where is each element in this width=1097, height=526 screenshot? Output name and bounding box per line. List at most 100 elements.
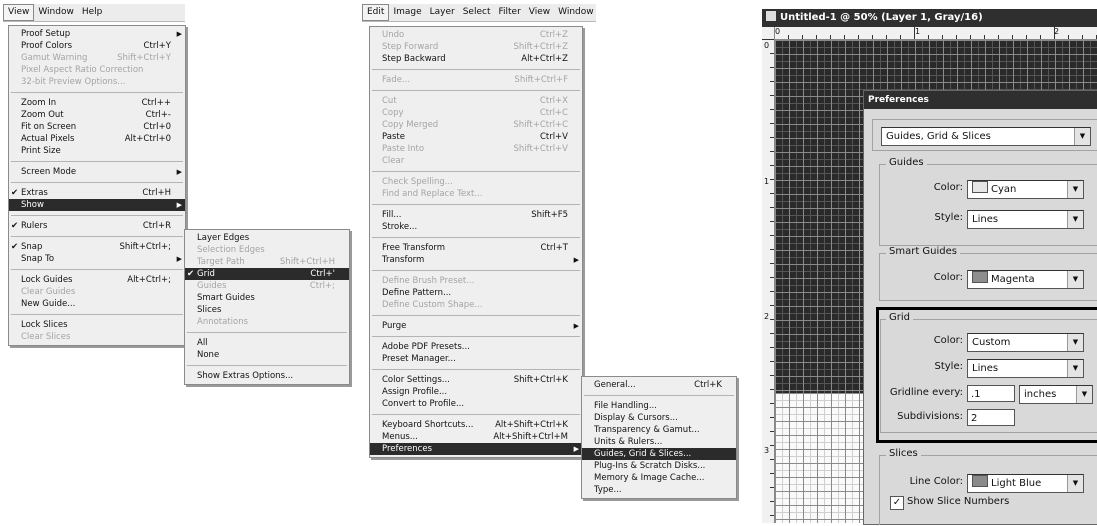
menu-item-layer-edges[interactable]: Layer Edges [185, 232, 349, 244]
menu-item-snap[interactable]: ✔ Snap Shift+Ctrl+; [9, 241, 185, 253]
submenu-arrow-icon: ▶ [573, 445, 579, 453]
menu-item-zoom-in[interactable]: Zoom In Ctrl++ [9, 97, 185, 109]
menu-item-general[interactable]: General... Ctrl+K [582, 379, 736, 391]
menu-item-clear-guides: Clear Guides [9, 286, 185, 298]
menubar-item-select[interactable]: Select [459, 4, 495, 21]
chevron-down-icon[interactable]: ▼ [1067, 360, 1083, 377]
menu-item-new-guide[interactable]: New Guide... [9, 298, 185, 310]
grid-color-select[interactable]: Custom ▼ [967, 333, 1084, 352]
menubar-item-filter[interactable]: Filter [494, 4, 524, 21]
menu-item-memory-image-cache[interactable]: Memory & Image Cache... [582, 472, 736, 484]
menu-item-print-size[interactable]: Print Size [9, 145, 185, 157]
menu-item-preferences[interactable]: Preferences ▶ [370, 443, 582, 455]
menu-item-preset-manager[interactable]: Preset Manager... [370, 353, 582, 365]
menu-item-label: Copy [382, 108, 404, 118]
checkmark-icon: ✔ [11, 242, 19, 252]
menubar-item-image[interactable]: Image [389, 4, 425, 21]
menu-item-units-rulers[interactable]: Units & Rulers... [582, 436, 736, 448]
menu-item-slices[interactable]: Slices [185, 304, 349, 316]
menubar-item-window[interactable]: Window [34, 4, 78, 21]
menubar-item-view[interactable]: View [525, 4, 554, 21]
menu-item-extras[interactable]: ✔ Extras Ctrl+H [9, 187, 185, 199]
menu-item-fit-on-screen[interactable]: Fit on Screen Ctrl+0 [9, 121, 185, 133]
menu-item-zoom-out[interactable]: Zoom Out Ctrl+- [9, 109, 185, 121]
chevron-down-icon[interactable]: ▼ [1067, 181, 1083, 198]
chevron-down-icon[interactable]: ▼ [1067, 271, 1083, 288]
menubar-item-layer[interactable]: Layer [426, 4, 459, 21]
menu-separator [372, 90, 580, 91]
menu-item-stroke[interactable]: Stroke... [370, 221, 582, 233]
smart-guides-color-select[interactable]: Magenta ▼ [967, 270, 1084, 289]
menu-item-proof-colors[interactable]: Proof Colors Ctrl+Y [9, 40, 185, 52]
menu-item-type[interactable]: Type... [582, 484, 736, 496]
subdivisions-input[interactable]: 2 [967, 409, 1015, 426]
chevron-down-icon[interactable]: ▼ [1067, 475, 1083, 492]
menu-item-adobe-pdf-presets[interactable]: Adobe PDF Presets... [370, 341, 582, 353]
show-slice-numbers-checkbox[interactable]: ✓ [890, 496, 904, 510]
menu-item-actual-pixels[interactable]: Actual Pixels Alt+Ctrl+0 [9, 133, 185, 145]
menu-item-plug-ins-scratch-disks[interactable]: Plug-Ins & Scratch Disks... [582, 460, 736, 472]
menu-item-color-settings[interactable]: Color Settings... Shift+Ctrl+K [370, 374, 582, 386]
menu-item-show[interactable]: Show ▶ [9, 199, 185, 211]
menu-item-none[interactable]: None [185, 349, 349, 361]
gridline-unit-select[interactable]: inches ▼ [1019, 385, 1093, 404]
section-select[interactable]: Guides, Grid & Slices ▼ [881, 127, 1091, 146]
menu-item-shortcut: Shift+Ctrl+K [513, 375, 568, 385]
slices-legend: Slices [886, 448, 921, 459]
gridline-every-input[interactable]: .1 [967, 385, 1015, 402]
menubar-item-edit[interactable]: Edit [362, 4, 390, 21]
slices-color-select[interactable]: Light Blue ▼ [967, 474, 1084, 493]
menu-item-label: Slices [197, 305, 222, 315]
menu-item-free-transform[interactable]: Free Transform Ctrl+T [370, 242, 582, 254]
menu-item-menus[interactable]: Menus... Alt+Shift+Ctrl+M [370, 431, 582, 443]
menu-item-transparency-gamut[interactable]: Transparency & Gamut... [582, 424, 736, 436]
menu-item-define-pattern[interactable]: Define Pattern... [370, 287, 582, 299]
menu-item-smart-guides[interactable]: Smart Guides [185, 292, 349, 304]
menu-item-paste[interactable]: Paste Ctrl+V [370, 131, 582, 143]
menu-item-purge[interactable]: Purge ▶ [370, 320, 582, 332]
menu-item-guides-grid-slices[interactable]: Guides, Grid & Slices... [582, 448, 736, 460]
menu-item-step-backward[interactable]: Step Backward Alt+Ctrl+Z [370, 53, 582, 65]
menu-item-snap-to[interactable]: Snap To ▶ [9, 253, 185, 265]
menu-separator [372, 315, 580, 316]
menu-item-lock-guides[interactable]: Lock Guides Alt+Ctrl+; [9, 274, 185, 286]
menubar: View Window Help [3, 4, 185, 22]
menu-item-lock-slices[interactable]: Lock Slices [9, 319, 185, 331]
menu-item-label: Zoom In [21, 98, 57, 108]
chevron-down-icon[interactable]: ▼ [1067, 334, 1083, 351]
menu-item-grid[interactable]: ✔ Grid Ctrl+' [185, 268, 349, 280]
menu-item-file-handling[interactable]: File Handling... [582, 400, 736, 412]
menu-item-label: Snap To [21, 254, 55, 264]
menu-separator [11, 92, 183, 93]
chevron-down-icon[interactable]: ▼ [1076, 386, 1092, 403]
menu-item-shortcut: Ctrl+T [540, 243, 568, 253]
menu-item-label: Step Forward [382, 42, 439, 52]
menu-item-label: Preset Manager... [382, 354, 456, 364]
menu-item-proof-setup[interactable]: Proof Setup ▶ [9, 28, 185, 40]
menu-item-transform[interactable]: Transform ▶ [370, 254, 582, 266]
menu-item-screen-mode[interactable]: Screen Mode ▶ [9, 166, 185, 178]
menu-item-label: Paste Into [382, 144, 425, 154]
guides-color-select[interactable]: Cyan ▼ [967, 180, 1084, 199]
chevron-down-icon[interactable]: ▼ [1067, 211, 1083, 228]
menu-item-rulers[interactable]: ✔ Rulers Ctrl+R [9, 220, 185, 232]
menu-item-cut: Cut Ctrl+X [370, 95, 582, 107]
menu-item-display-cursors[interactable]: Display & Cursors... [582, 412, 736, 424]
menu-item-label: Display & Cursors... [594, 413, 678, 423]
guides-style-select[interactable]: Lines ▼ [967, 210, 1084, 229]
menu-item-fill[interactable]: Fill... Shift+F5 [370, 209, 582, 221]
menubar-item-view[interactable]: View [3, 4, 35, 21]
menu-item-label: Lock Guides [21, 275, 73, 285]
menu-item-convert-to-profile[interactable]: Convert to Profile... [370, 398, 582, 410]
menu-item-keyboard-shortcuts[interactable]: Keyboard Shortcuts... Alt+Shift+Ctrl+K [370, 419, 582, 431]
menu-item-assign-profile[interactable]: Assign Profile... [370, 386, 582, 398]
grid-style-select[interactable]: Lines ▼ [967, 359, 1084, 378]
menu-item-all[interactable]: All [185, 337, 349, 349]
menu-item-show-extras-options[interactable]: Show Extras Options... [185, 370, 349, 382]
menu-item-shortcut: Ctrl+R [142, 221, 171, 231]
menubar-item-window[interactable]: Window [554, 4, 598, 21]
menu-item-shortcut: Ctrl+- [145, 110, 171, 120]
chevron-down-icon[interactable]: ▼ [1074, 128, 1090, 145]
menubar-item-help[interactable]: Help [78, 4, 107, 21]
menu-item-label: Stroke... [382, 222, 418, 232]
